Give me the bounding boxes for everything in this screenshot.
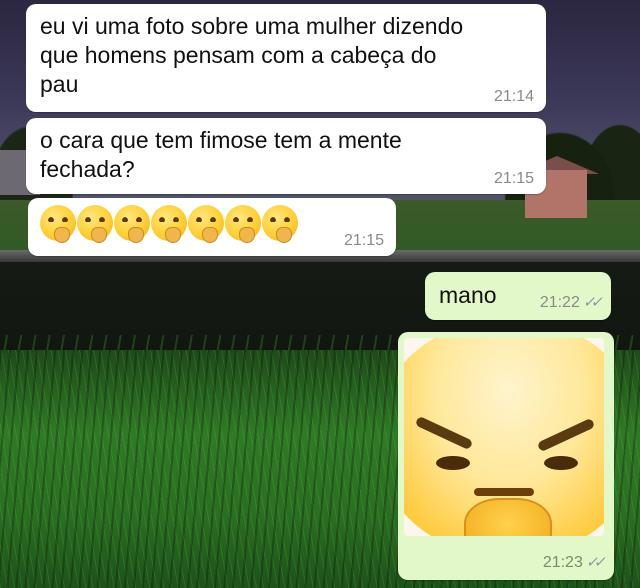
hand-on-chin bbox=[464, 498, 552, 536]
mouth bbox=[474, 488, 534, 496]
sticker-image[interactable] bbox=[404, 338, 604, 536]
message-bubble-incoming-emoji[interactable]: 21:15 bbox=[28, 198, 396, 256]
thinking-face-icon bbox=[188, 205, 224, 243]
eye-left bbox=[436, 456, 470, 470]
thinking-face-icon bbox=[40, 205, 76, 243]
message-time: 21:15 bbox=[493, 170, 534, 187]
thinking-face-icon bbox=[77, 205, 113, 243]
message-time: 21:23 bbox=[542, 554, 583, 571]
message-time-row: 21:23 ✓✓ bbox=[542, 553, 604, 572]
message-bubble-incoming[interactable]: eu vi uma foto sobre uma mulher dizendo … bbox=[26, 4, 546, 112]
eye-right bbox=[544, 456, 578, 470]
message-time: 21:14 bbox=[493, 88, 534, 105]
message-time: 21:22 bbox=[539, 294, 580, 311]
thinking-face-icon bbox=[151, 205, 187, 243]
message-time-row: 21:22 ✓✓ bbox=[539, 293, 601, 312]
thinking-face-icon bbox=[114, 205, 150, 243]
message-time: 21:15 bbox=[343, 232, 384, 249]
thinking-face-icon bbox=[262, 205, 298, 243]
message-text: eu vi uma foto sobre uma mulher dizendo … bbox=[40, 13, 464, 97]
message-bubble-outgoing[interactable]: mano 21:22 ✓✓ bbox=[425, 272, 611, 320]
message-bubble-incoming[interactable]: o cara que tem fimose tem a mente fechad… bbox=[26, 118, 546, 194]
read-ticks-icon: ✓✓ bbox=[581, 294, 601, 311]
thinking-face-icon bbox=[225, 205, 261, 243]
message-bubble-outgoing-image[interactable]: 21:23 ✓✓ bbox=[398, 332, 614, 580]
read-ticks-icon: ✓✓ bbox=[584, 554, 604, 571]
emoji-row bbox=[40, 205, 299, 249]
message-text: o cara que tem fimose tem a mente fechad… bbox=[40, 127, 402, 182]
